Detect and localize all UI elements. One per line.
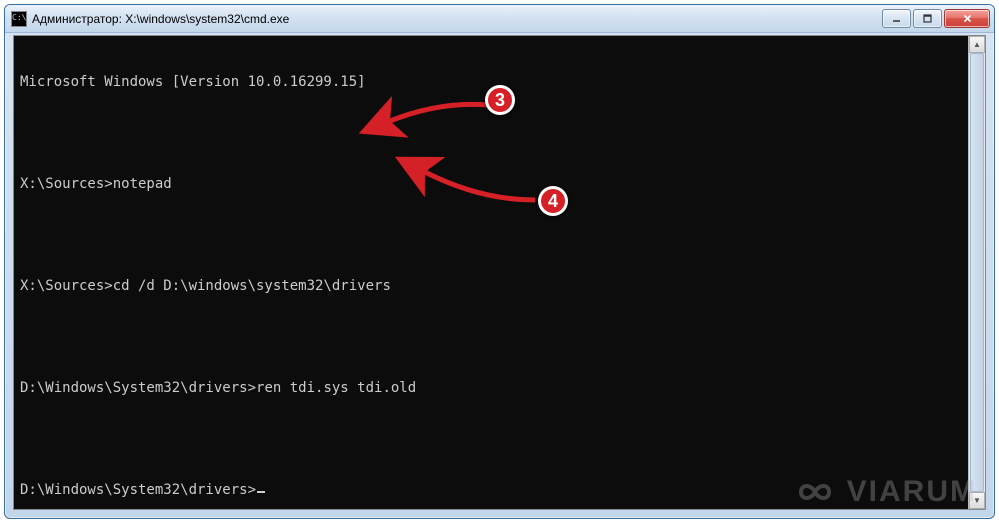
callout-badge: 3 xyxy=(485,85,515,115)
scroll-track[interactable] xyxy=(969,53,985,492)
callout-badge: 4 xyxy=(538,186,568,216)
annotation-arrow xyxy=(380,93,500,133)
annotation-arrow xyxy=(415,162,545,212)
scroll-up-icon[interactable]: ▲ xyxy=(969,36,985,53)
window-title: Администратор: X:\windows\system32\cmd.e… xyxy=(32,12,882,26)
cmd-icon: C:\ xyxy=(11,11,27,27)
infinity-icon xyxy=(789,477,841,507)
close-button[interactable] xyxy=(944,9,990,28)
maximize-button[interactable] xyxy=(913,9,942,28)
terminal-line: X:\Sources>cd /d D:\windows\system32\dri… xyxy=(20,278,962,295)
terminal-line xyxy=(20,431,962,448)
vertical-scrollbar[interactable]: ▲ ▼ xyxy=(968,36,985,509)
watermark: VIARUM xyxy=(789,475,977,509)
cmd-window: C:\ Администратор: X:\windows\system32\c… xyxy=(4,4,995,519)
terminal-line xyxy=(20,329,962,346)
cursor-icon xyxy=(257,491,265,493)
scroll-thumb[interactable] xyxy=(970,53,984,492)
terminal-line: D:\Windows\System32\drivers>ren tdi.sys … xyxy=(20,380,962,397)
minimize-button[interactable] xyxy=(882,9,911,28)
titlebar[interactable]: C:\ Администратор: X:\windows\system32\c… xyxy=(5,5,994,33)
terminal-line xyxy=(20,227,962,244)
